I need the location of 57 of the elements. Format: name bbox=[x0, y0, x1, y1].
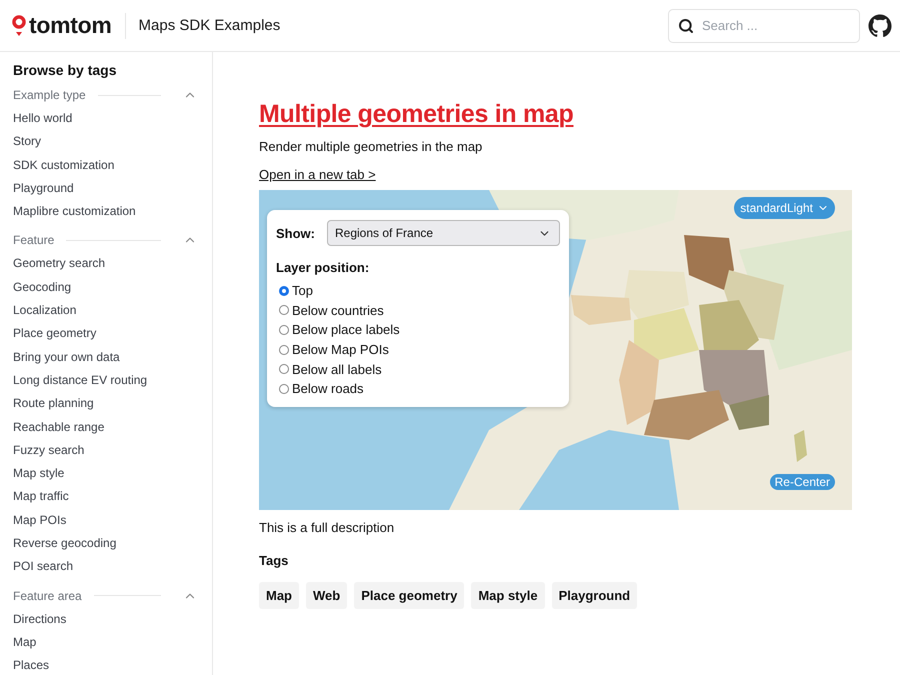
radio-option[interactable]: Below countries bbox=[276, 300, 560, 320]
sidebar-item[interactable]: Playground bbox=[13, 176, 199, 200]
sidebar-item[interactable]: Place geometry bbox=[13, 322, 199, 346]
sidebar-item[interactable]: Map traffic bbox=[13, 485, 199, 509]
radio-option[interactable]: Top bbox=[276, 281, 560, 301]
sidebar-item[interactable]: Long distance EV routing bbox=[13, 368, 199, 392]
sidebar-item[interactable]: Map POIs bbox=[13, 508, 199, 532]
open-link[interactable]: Open in a new tab > bbox=[259, 167, 376, 182]
sidebar-item[interactable]: Story bbox=[13, 130, 199, 154]
sidebar-item[interactable]: Map style bbox=[13, 462, 199, 486]
tag[interactable]: Map bbox=[259, 582, 299, 609]
radio-option[interactable]: Below place labels bbox=[276, 320, 560, 340]
sidebar-item[interactable]: Hello world bbox=[13, 107, 199, 130]
sidebar-title: Browse by tags bbox=[13, 62, 118, 78]
radio-option[interactable]: Below all labels bbox=[276, 359, 560, 379]
section-heading[interactable]: Example type bbox=[13, 88, 86, 102]
sidebar-item[interactable]: Reverse geocoding bbox=[13, 532, 199, 556]
tags-heading: Tags bbox=[259, 553, 290, 568]
sidebar-item[interactable]: Localization bbox=[13, 299, 199, 322]
sidebar-item[interactable]: Fuzzy search bbox=[13, 438, 199, 462]
description: This is a full description bbox=[259, 520, 396, 535]
page-subtitle: Render multiple geometries in the map bbox=[259, 139, 484, 154]
tag[interactable]: Playground bbox=[552, 582, 638, 609]
sidebar-item[interactable]: Geocoding bbox=[13, 276, 199, 300]
sidebar-item[interactable]: Directions bbox=[13, 608, 199, 631]
logo[interactable]: tomtom bbox=[29, 12, 112, 39]
tag[interactable]: Place geometry bbox=[354, 582, 464, 609]
sidebar-item[interactable]: Places bbox=[13, 654, 199, 675]
layer-position-label: Layer position: bbox=[276, 260, 370, 275]
radio-icon[interactable] bbox=[279, 305, 289, 316]
radio-icon[interactable] bbox=[279, 364, 289, 374]
search-field[interactable]: Search ... bbox=[668, 8, 860, 42]
search-icon bbox=[678, 18, 694, 34]
pin-icon bbox=[12, 14, 26, 36]
show-select[interactable]: Regions of France bbox=[327, 220, 560, 246]
section-heading[interactable]: Feature bbox=[13, 233, 54, 248]
sidebar-item[interactable]: SDK customization bbox=[13, 154, 199, 177]
page-title: Multiple geometries in map bbox=[259, 100, 574, 129]
show-label: Show: bbox=[276, 226, 315, 240]
site-title: Maps SDK Examples bbox=[138, 17, 280, 34]
sidebar-item[interactable]: Bring your own data bbox=[13, 346, 199, 369]
sidebar-item[interactable]: POI search bbox=[13, 555, 199, 579]
sidebar-item[interactable]: Reachable range bbox=[13, 416, 199, 439]
radio-icon[interactable] bbox=[279, 286, 289, 296]
radio-icon[interactable] bbox=[279, 384, 289, 394]
section-heading[interactable]: Feature area bbox=[13, 588, 82, 603]
radio-option[interactable]: Below roads bbox=[276, 378, 560, 399]
radio-icon[interactable] bbox=[279, 324, 289, 335]
sidebar-item[interactable]: Route planning bbox=[13, 392, 199, 416]
sidebar-item[interactable]: Map bbox=[13, 630, 199, 654]
radio-icon[interactable] bbox=[279, 344, 289, 355]
tag[interactable]: Web bbox=[306, 582, 348, 609]
github-icon[interactable] bbox=[868, 14, 892, 38]
sidebar-item[interactable]: Geometry search bbox=[13, 252, 199, 276]
sidebar-item[interactable]: Maplibre customization bbox=[13, 200, 199, 224]
tag[interactable]: Map style bbox=[471, 582, 545, 609]
radio-option[interactable]: Below Map POIs bbox=[276, 340, 560, 360]
